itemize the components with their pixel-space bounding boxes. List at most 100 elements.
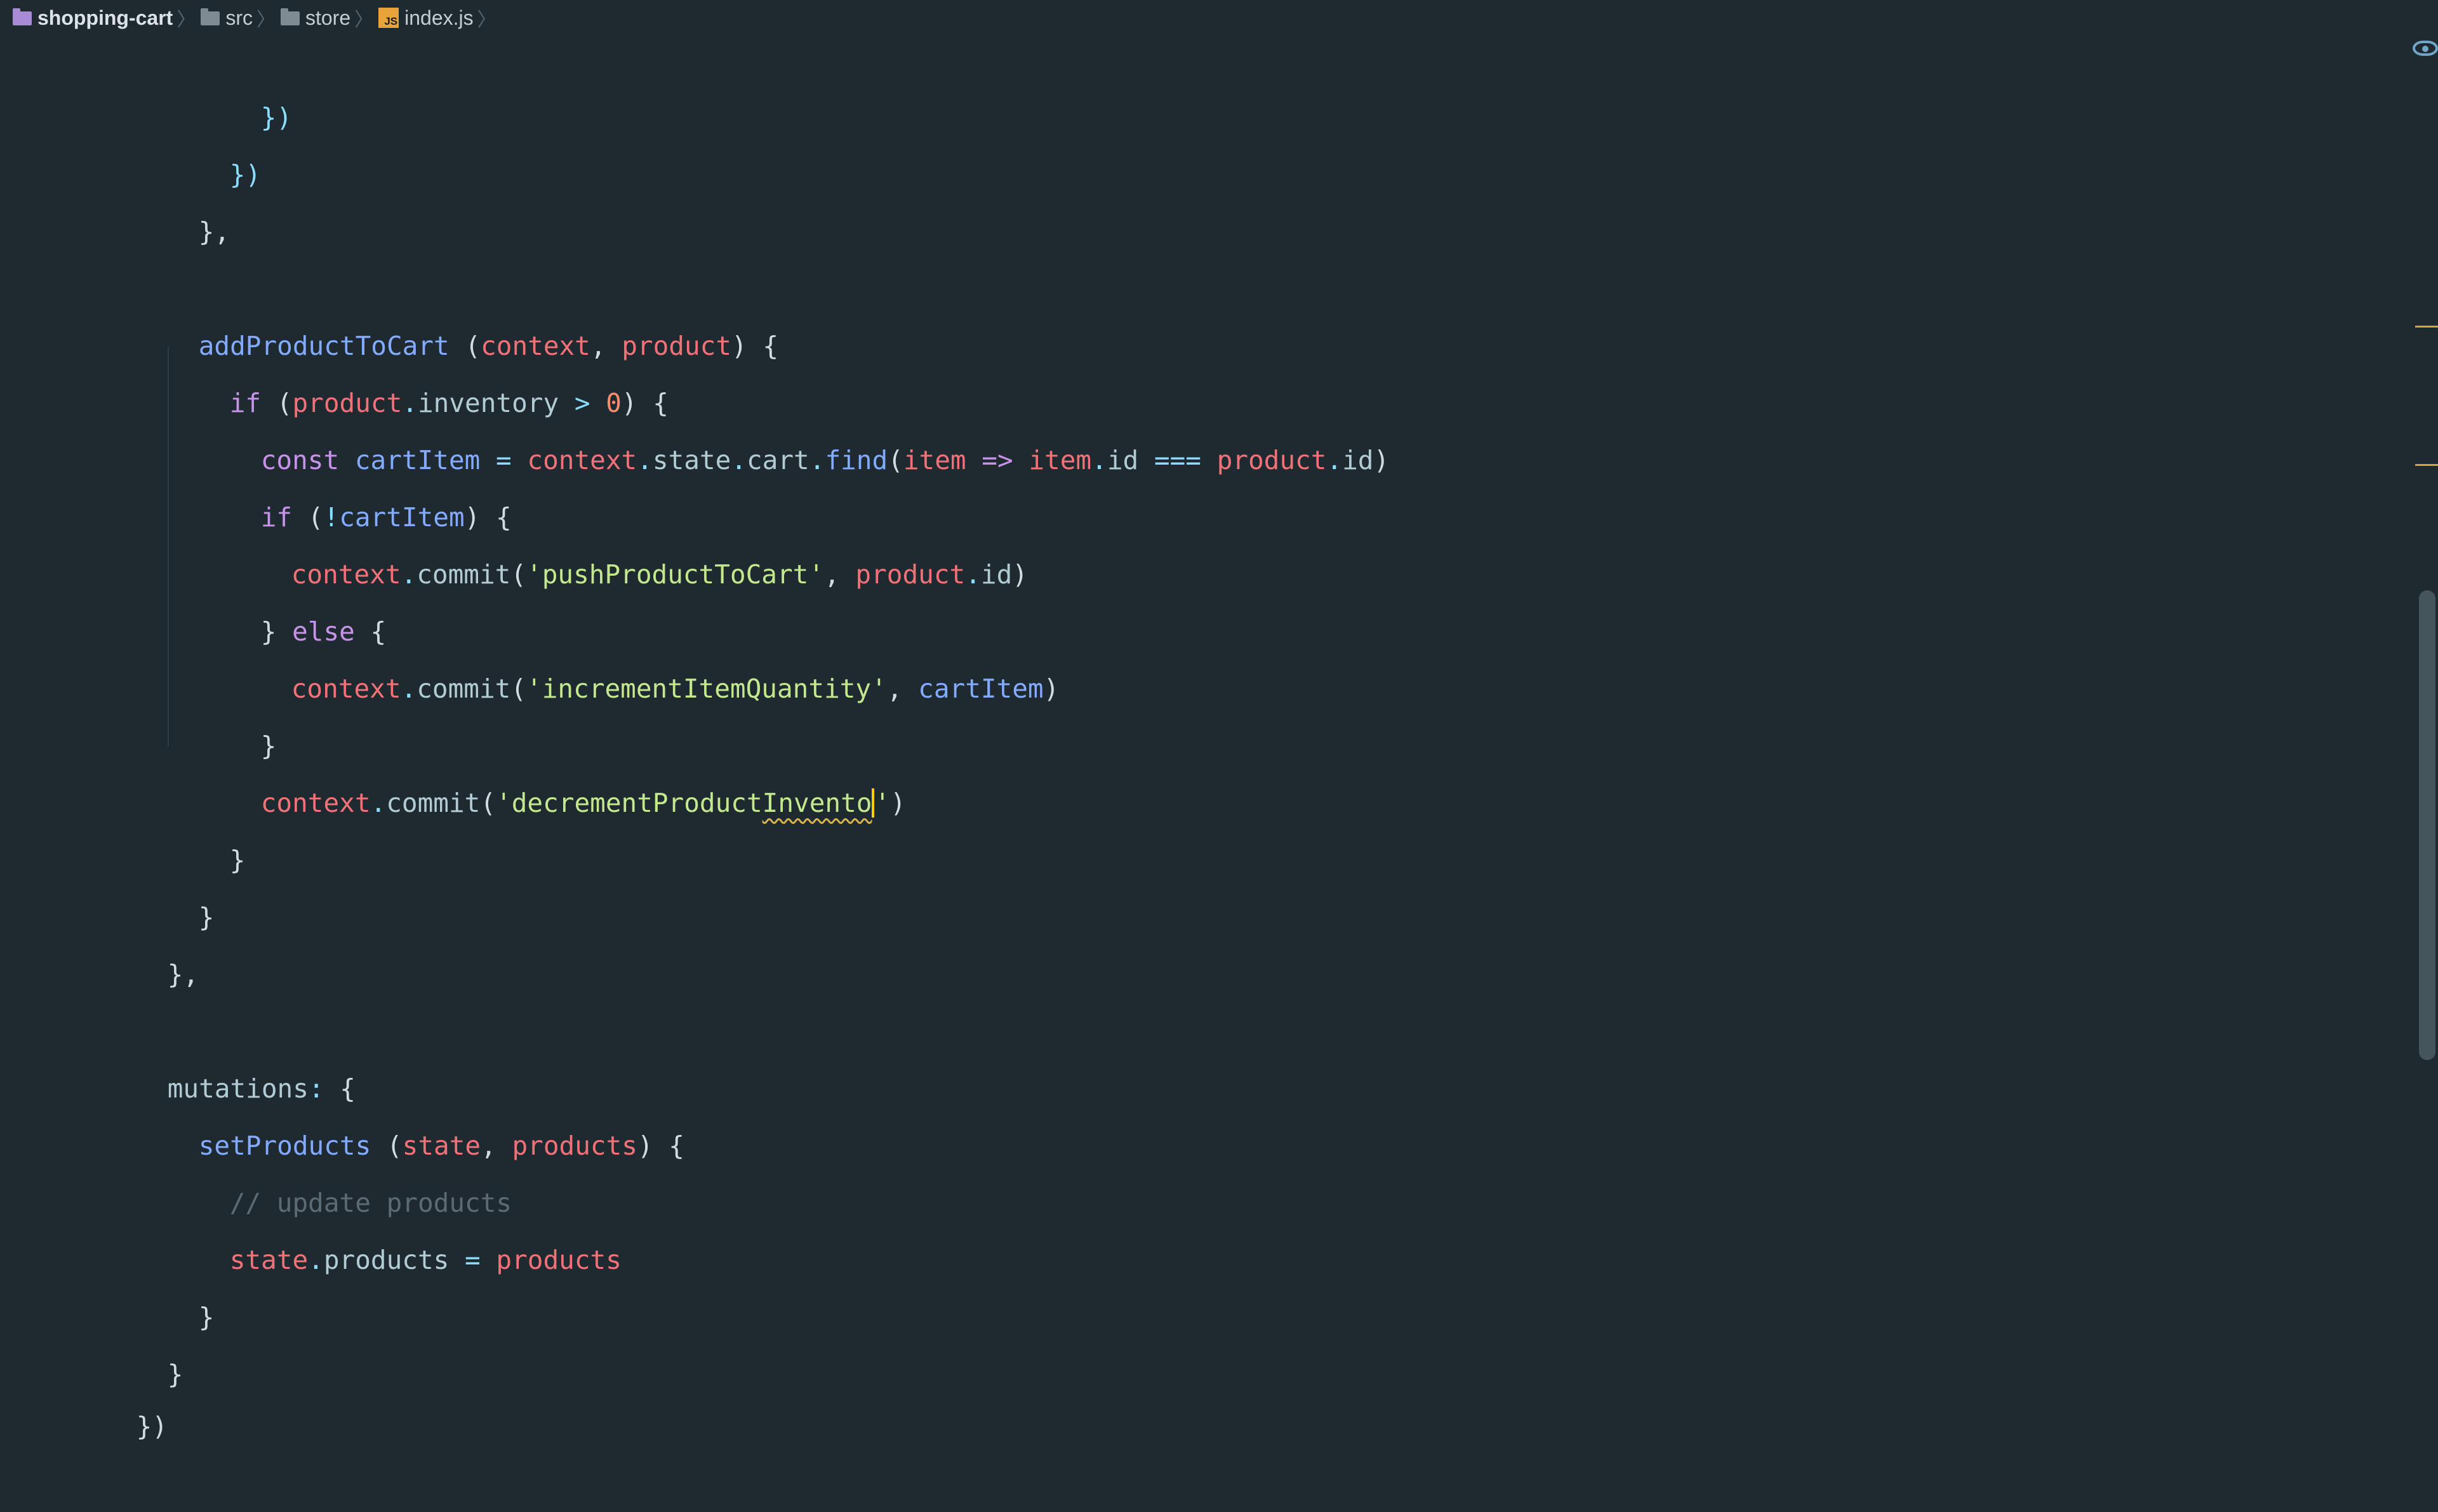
chevron-right-icon: 〉 bbox=[354, 10, 374, 30]
code-line: } bbox=[198, 660, 277, 761]
vertical-scrollbar[interactable] bbox=[2400, 0, 2438, 1371]
code-token: id bbox=[1342, 445, 1374, 475]
js-file-icon: JS bbox=[378, 8, 399, 28]
code-token: product bbox=[855, 559, 966, 590]
code-line: context.commit('pushProductToCart', prod… bbox=[229, 489, 1028, 590]
code-token: ' bbox=[874, 788, 891, 818]
code-token: products bbox=[496, 1245, 622, 1275]
code-token: ( bbox=[888, 445, 903, 475]
spell-check-underline[interactable]: Invento bbox=[763, 788, 872, 818]
breadcrumb-item-project[interactable]: shopping-cart bbox=[13, 6, 173, 30]
code-editor[interactable]: }) }) }, addProductToCart (context, prod… bbox=[0, 0, 2400, 1442]
code-token: context bbox=[291, 673, 401, 704]
code-line: const cartItem = context.state.cart.find… bbox=[198, 375, 1389, 475]
code-token: state bbox=[229, 1245, 309, 1275]
folder-icon bbox=[280, 8, 300, 25]
code-token: context bbox=[260, 788, 371, 818]
code-token: }, bbox=[167, 959, 199, 990]
breadcrumb-label: index.js bbox=[404, 6, 474, 29]
code-token: item bbox=[1029, 445, 1092, 475]
code-line: }) bbox=[74, 1341, 168, 1442]
code-token: . bbox=[370, 788, 387, 818]
code-token: . bbox=[1091, 445, 1107, 475]
code-token: }) bbox=[229, 159, 262, 190]
code-line: } bbox=[136, 832, 215, 932]
code-line: addProductToCart (context, product) { bbox=[136, 260, 778, 361]
code-token: = bbox=[449, 1245, 496, 1275]
code-token: products bbox=[323, 1245, 450, 1275]
breadcrumb-item-file[interactable]: JS index.js bbox=[378, 6, 474, 30]
code-token: } bbox=[198, 1302, 215, 1332]
code-token: commit bbox=[416, 673, 511, 704]
code-token: . bbox=[731, 445, 747, 475]
code-token: id bbox=[1107, 445, 1139, 475]
overview-ruler-marker bbox=[2415, 326, 2438, 328]
code-token: 'incrementItemQuantity' bbox=[526, 673, 887, 704]
code-line: mutations: { bbox=[105, 1003, 356, 1104]
code-line: context.commit('incrementItemQuantity', … bbox=[229, 603, 1060, 704]
code-token: }, bbox=[198, 216, 230, 247]
breadcrumb-item-store[interactable]: store bbox=[280, 6, 351, 30]
code-token: ) bbox=[1043, 673, 1060, 704]
code-token: . bbox=[809, 445, 825, 475]
code-token: } bbox=[198, 902, 215, 932]
code-line: if (!cartItem) { bbox=[198, 432, 512, 533]
scrollbar-thumb[interactable] bbox=[2419, 590, 2435, 1060]
code-line: setProducts (state, products) { bbox=[136, 1060, 684, 1161]
folder-icon bbox=[201, 8, 220, 25]
code-token: => bbox=[966, 445, 1029, 475]
code-token: products bbox=[512, 1131, 637, 1161]
code-token: 'pushProductToCart' bbox=[526, 559, 825, 590]
code-token: === bbox=[1138, 445, 1217, 475]
code-token: ) bbox=[1373, 445, 1390, 475]
code-token: , bbox=[886, 673, 919, 704]
code-token: } bbox=[167, 1359, 183, 1389]
breadcrumb: shopping-cart 〉 src 〉 store 〉 JS index.j… bbox=[13, 4, 502, 32]
code-line: }) bbox=[198, 32, 292, 133]
code-line: // update products bbox=[167, 1117, 512, 1218]
code-token: context bbox=[527, 445, 637, 475]
code-line: }, bbox=[105, 889, 199, 990]
code-line: }) bbox=[167, 89, 261, 190]
code-token: commit bbox=[416, 559, 511, 590]
code-token: commit bbox=[386, 788, 481, 818]
code-token: ) { bbox=[637, 1131, 684, 1161]
code-token: cartItem bbox=[918, 673, 1044, 704]
code-token: ) bbox=[890, 788, 906, 818]
code-token: }) bbox=[136, 1411, 168, 1442]
code-token: , bbox=[824, 559, 856, 590]
breadcrumb-label: store bbox=[305, 6, 351, 29]
code-token: }) bbox=[260, 102, 293, 133]
breadcrumb-item-src[interactable]: src bbox=[201, 6, 253, 30]
folder-icon bbox=[13, 8, 32, 25]
code-token: } bbox=[229, 845, 246, 875]
breadcrumb-label: shopping-cart bbox=[37, 6, 173, 29]
code-token: . bbox=[637, 445, 653, 475]
code-token: cart bbox=[747, 445, 809, 475]
code-line: }, bbox=[136, 146, 230, 247]
code-token: ( bbox=[510, 559, 527, 590]
code-token: find bbox=[825, 445, 888, 475]
chevron-right-icon: 〉 bbox=[477, 10, 496, 30]
code-line-active[interactable]: context.commit('decrementProductInvento'… bbox=[198, 717, 906, 818]
code-token: ( bbox=[480, 788, 496, 818]
code-token: . bbox=[1326, 445, 1343, 475]
code-line: } else { bbox=[198, 546, 387, 647]
chevron-right-icon: 〉 bbox=[177, 10, 196, 30]
code-token: . bbox=[401, 559, 417, 590]
code-token: ) { bbox=[731, 331, 779, 361]
overview-ruler-marker bbox=[2415, 464, 2438, 466]
eye-icon[interactable] bbox=[2413, 41, 2438, 56]
code-line: if (product.inventory > 0) { bbox=[167, 317, 669, 418]
code-line: } bbox=[136, 1231, 215, 1332]
code-line: } bbox=[167, 774, 246, 875]
code-token: . bbox=[401, 673, 417, 704]
code-token: . bbox=[308, 1245, 324, 1275]
chevron-right-icon: 〉 bbox=[256, 10, 276, 30]
code-token: state bbox=[652, 445, 731, 475]
code-token: product bbox=[1216, 445, 1327, 475]
code-token: item bbox=[903, 445, 966, 475]
code-token: id bbox=[980, 559, 1013, 590]
breadcrumb-label: src bbox=[225, 6, 253, 29]
code-token: . bbox=[965, 559, 981, 590]
